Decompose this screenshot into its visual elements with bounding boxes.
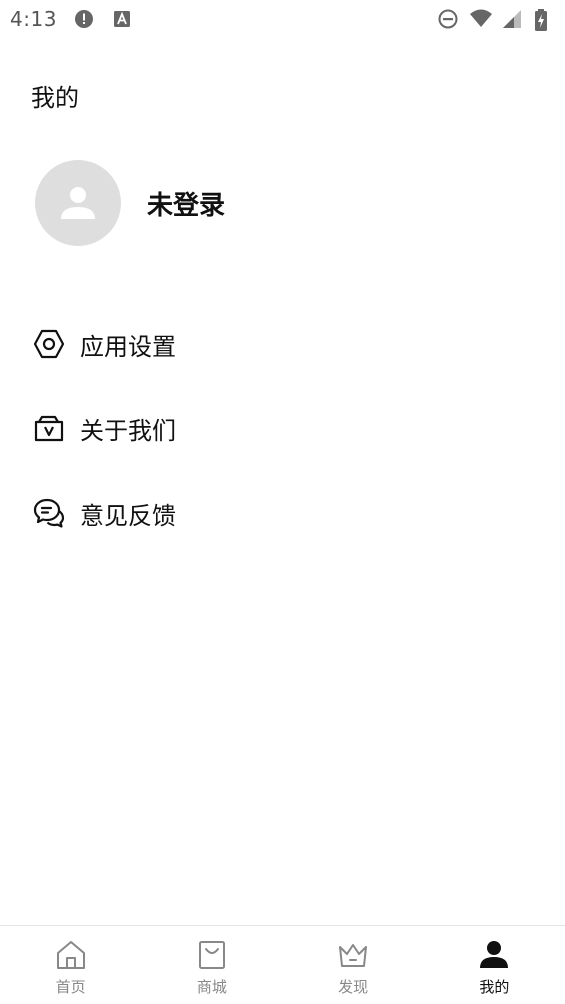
- battery-charging-icon: [533, 8, 555, 31]
- nav-item-discover[interactable]: 发现: [283, 926, 424, 1004]
- keyboard-a-icon: [111, 8, 133, 30]
- wifi-icon: [469, 8, 492, 30]
- menu-item-feedback[interactable]: 意见反馈: [33, 471, 533, 556]
- hexagon-settings-icon: [33, 328, 65, 360]
- nav-label: 首页: [55, 978, 86, 996]
- nav-item-mall[interactable]: 商城: [141, 926, 282, 1004]
- avatar[interactable]: [35, 160, 121, 246]
- login-status-label[interactable]: 未登录: [147, 185, 225, 222]
- folder-v-icon: [33, 413, 65, 445]
- nav-item-home[interactable]: 首页: [0, 926, 141, 1004]
- screen: 4:13 我的 未登录 应用设置 关于我们 意见反馈 首页 商城 发现 我的: [0, 0, 565, 1004]
- menu-item-label: 意见反馈: [80, 501, 176, 530]
- nav-item-mine[interactable]: 我的: [424, 926, 565, 1004]
- menu-item-app-settings[interactable]: 应用设置: [33, 302, 533, 387]
- alert-circle-icon: [73, 8, 95, 30]
- chat-bubbles-icon: [33, 497, 65, 529]
- nav-label: 发现: [338, 978, 369, 996]
- shopping-bag-icon: [195, 938, 229, 972]
- nav-label: 商城: [196, 978, 227, 996]
- bottom-nav: 首页 商城 发现 我的: [0, 925, 565, 1004]
- profile-section[interactable]: 未登录: [35, 160, 225, 246]
- crown-icon: [336, 938, 370, 972]
- menu-item-label: 关于我们: [80, 417, 176, 446]
- status-right: [437, 8, 555, 31]
- status-left: 4:13: [10, 7, 133, 31]
- cell-signal-icon: [501, 8, 523, 30]
- page-title: 我的: [31, 84, 79, 112]
- settings-menu: 应用设置 关于我们 意见反馈: [33, 302, 533, 556]
- status-time: 4:13: [10, 7, 57, 31]
- menu-item-label: 应用设置: [80, 332, 176, 361]
- person-icon: [477, 938, 511, 972]
- home-icon: [54, 938, 88, 972]
- status-bar: 4:13: [0, 0, 565, 38]
- menu-item-about-us[interactable]: 关于我们: [33, 387, 533, 472]
- nav-label: 我的: [479, 978, 510, 996]
- do-not-disturb-icon: [437, 8, 459, 30]
- person-icon: [61, 187, 95, 219]
